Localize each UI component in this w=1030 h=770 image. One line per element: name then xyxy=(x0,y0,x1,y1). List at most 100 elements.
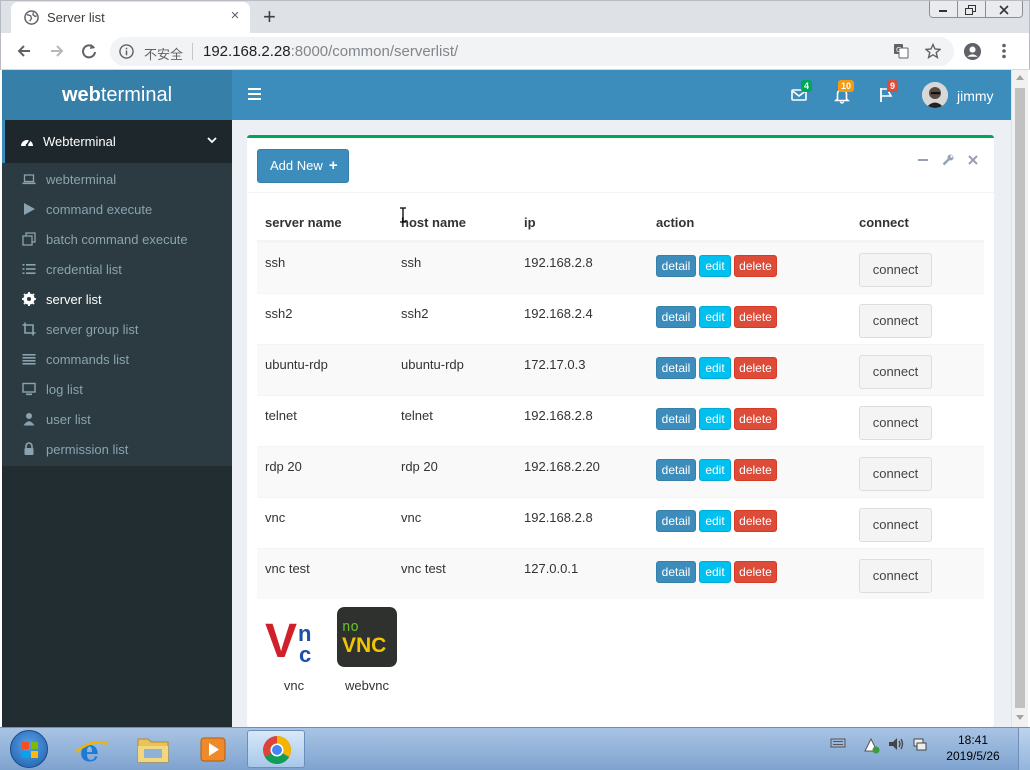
taskbar-explorer[interactable] xyxy=(124,730,182,768)
edit-button[interactable]: edit xyxy=(699,255,731,277)
arrow-right-icon xyxy=(51,45,64,57)
taskbar-clock[interactable]: 18:41 2019/5/26 xyxy=(938,732,1008,764)
host-name-cell: ubuntu-rdp xyxy=(401,357,464,372)
connect-button[interactable]: connect xyxy=(859,559,932,593)
url-divider xyxy=(192,43,193,60)
sidebar-item-command-execute[interactable]: command execute xyxy=(2,194,232,224)
sidebar-item-server-group-list[interactable]: server group list xyxy=(2,314,232,344)
address-bar[interactable]: 不安全 192.168.2.28:8000/common/serverlist/… xyxy=(110,37,954,66)
browser-tab-strip: Server list × + xyxy=(0,0,1030,34)
minimize-button[interactable] xyxy=(930,1,958,17)
detail-button[interactable]: detail xyxy=(656,408,696,430)
url-text: 192.168.2.28:8000/common/serverlist/ xyxy=(203,43,458,60)
configure-box-button[interactable] xyxy=(941,153,955,167)
tab-close-icon[interactable]: × xyxy=(227,8,243,24)
svg-text:V: V xyxy=(265,615,297,667)
edit-button[interactable]: edit xyxy=(699,408,731,430)
monitor-icon xyxy=(22,382,36,396)
detail-button[interactable]: detail xyxy=(656,459,696,481)
delete-button[interactable]: delete xyxy=(734,357,777,379)
column-header-host-name[interactable]: host name xyxy=(401,215,466,230)
detail-button[interactable]: detail xyxy=(656,306,696,328)
more-menu-icon[interactable] xyxy=(1001,43,1007,59)
delete-button[interactable]: delete xyxy=(734,459,777,481)
logo-text: terminal xyxy=(100,84,173,106)
column-header-action[interactable]: action xyxy=(656,215,694,230)
profile-icon[interactable] xyxy=(963,42,982,61)
keyboard-icon[interactable] xyxy=(830,736,846,750)
sidebar-section-webterminal[interactable]: Webterminal xyxy=(2,120,232,163)
bookmark-star-icon[interactable] xyxy=(925,43,941,59)
sidebar-item-commands-list[interactable]: commands list xyxy=(2,344,232,374)
sidebar-item-webterminal[interactable]: webterminal xyxy=(2,164,232,194)
delete-button[interactable]: delete xyxy=(734,255,777,277)
volume-icon[interactable] xyxy=(887,736,905,752)
detail-button[interactable]: detail xyxy=(656,255,696,277)
delete-button[interactable]: delete xyxy=(734,561,777,583)
scroll-up-icon[interactable] xyxy=(1016,75,1024,80)
vnc-app[interactable]: V n c vnc xyxy=(262,607,326,693)
sidebar-item-label: server group list xyxy=(46,322,139,337)
restore-button[interactable] xyxy=(957,1,986,17)
box-header: Add New + xyxy=(247,138,994,193)
edit-button[interactable]: edit xyxy=(699,510,731,532)
app-label: webvnc xyxy=(344,678,390,693)
sidebar-item-log-list[interactable]: log list xyxy=(2,374,232,404)
translate-icon[interactable]: G xyxy=(893,43,909,59)
sidebar-item-server-list[interactable]: server list xyxy=(2,284,232,314)
column-header-ip[interactable]: ip xyxy=(524,215,536,230)
username[interactable]: jimmy xyxy=(957,88,994,104)
sidebar-item-permission-list[interactable]: permission list xyxy=(2,434,232,464)
taskbar-media-player[interactable] xyxy=(184,730,242,768)
avatar[interactable] xyxy=(922,82,948,108)
notifications-badge: 10 xyxy=(838,80,855,92)
column-header-server-name[interactable]: server name xyxy=(265,215,342,230)
server-name-cell: vnc test xyxy=(265,561,310,576)
delete-button[interactable]: delete xyxy=(734,510,777,532)
close-window-button[interactable] xyxy=(985,1,1022,17)
show-desktop-button[interactable] xyxy=(1018,728,1030,770)
taskbar-ie[interactable]: e xyxy=(64,730,122,769)
action-center-icon[interactable] xyxy=(862,736,880,754)
connect-button[interactable]: connect xyxy=(859,457,932,491)
connect-button[interactable]: connect xyxy=(859,508,932,542)
edit-button[interactable]: edit xyxy=(699,357,731,379)
webvnc-app[interactable]: no VNC webvnc xyxy=(335,607,399,693)
connect-button[interactable]: connect xyxy=(859,304,932,338)
detail-button[interactable]: detail xyxy=(656,561,696,583)
host-name-cell: ssh xyxy=(401,255,422,270)
close-box-button[interactable] xyxy=(966,153,980,167)
host-name-cell: vnc test xyxy=(401,561,446,576)
sidebar-item-batch-command-execute[interactable]: batch command execute xyxy=(2,224,232,254)
start-button[interactable] xyxy=(10,730,48,768)
edit-button[interactable]: edit xyxy=(699,459,731,481)
info-icon[interactable] xyxy=(119,44,134,59)
tab-title: Server list xyxy=(47,10,105,25)
scrollbar-thumb[interactable] xyxy=(1015,88,1025,708)
taskbar-chrome[interactable] xyxy=(247,730,305,768)
network-icon[interactable] xyxy=(912,736,928,752)
collapse-box-button[interactable] xyxy=(916,153,930,167)
reload-button[interactable] xyxy=(78,40,100,62)
detail-button[interactable]: detail xyxy=(656,357,696,379)
connect-button[interactable]: connect xyxy=(859,406,932,440)
new-tab-button[interactable]: + xyxy=(263,4,276,30)
scroll-down-icon[interactable] xyxy=(1016,715,1024,720)
edit-button[interactable]: edit xyxy=(699,306,731,328)
forward-button[interactable] xyxy=(46,40,68,62)
detail-button[interactable]: detail xyxy=(656,510,696,532)
back-button[interactable] xyxy=(13,40,35,62)
app-logo[interactable]: webterminal xyxy=(2,70,232,120)
browser-tab[interactable]: Server list × xyxy=(11,2,250,34)
page-scrollbar[interactable] xyxy=(1011,70,1028,727)
edit-button[interactable]: edit xyxy=(699,561,731,583)
sidebar-item-credential-list[interactable]: credential list xyxy=(2,254,232,284)
connect-button[interactable]: connect xyxy=(859,355,932,389)
add-new-button[interactable]: Add New + xyxy=(257,149,349,183)
sidebar-item-user-list[interactable]: user list xyxy=(2,404,232,434)
column-header-connect[interactable]: connect xyxy=(859,215,909,230)
delete-button[interactable]: delete xyxy=(734,408,777,430)
sidebar-toggle-icon[interactable] xyxy=(248,88,261,100)
connect-button[interactable]: connect xyxy=(859,253,932,287)
delete-button[interactable]: delete xyxy=(734,306,777,328)
